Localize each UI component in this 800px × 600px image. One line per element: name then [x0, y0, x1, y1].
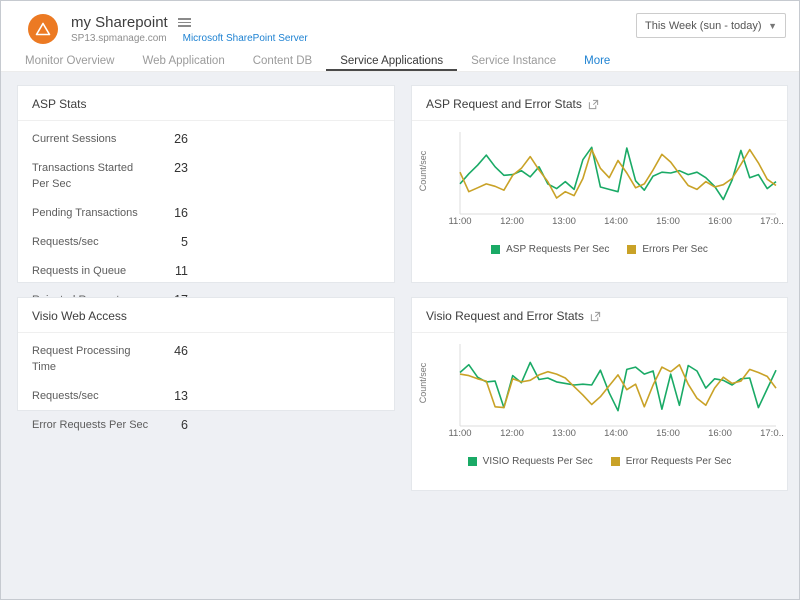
- asp-stats-title: ASP Stats: [18, 86, 394, 121]
- asp-line-chart[interactable]: [412, 86, 789, 236]
- warning-triangle-icon: [35, 22, 51, 36]
- chevron-down-icon: ▼: [768, 21, 777, 31]
- stat-value: 16: [150, 206, 188, 222]
- legend-swatch-green: [468, 457, 477, 466]
- stat-row: Current Sessions 26: [32, 125, 380, 154]
- tab-service-instance[interactable]: Service Instance: [457, 49, 570, 71]
- x-tick: 12:00: [500, 216, 524, 227]
- legend-swatch-green: [491, 245, 500, 254]
- stat-row: Pending Transactions 16: [32, 199, 380, 228]
- time-range-value: This Week (sun - today): [645, 20, 762, 32]
- x-tick: 16:00: [708, 216, 732, 227]
- stat-value: 5: [150, 235, 188, 251]
- stat-label: Error Requests Per Sec: [32, 418, 150, 434]
- header: my Sharepoint SP13.spmanage.com Microsof…: [1, 1, 799, 49]
- stat-row: Transactions Started Per Sec 23: [32, 154, 380, 199]
- x-tick: 13:00: [552, 216, 576, 227]
- legend-item[interactable]: VISIO Requests Per Sec: [468, 456, 593, 467]
- tab-more[interactable]: More: [570, 49, 624, 71]
- x-tick: 11:00: [448, 428, 471, 439]
- time-range-select[interactable]: This Week (sun - today) ▼: [636, 13, 786, 38]
- stat-value: 23: [150, 161, 188, 193]
- asp-request-error-chart-panel: ASP Request and Error Stats Count/sec 11…: [411, 85, 788, 283]
- stat-value: 46: [150, 344, 188, 376]
- legend-label: Errors Per Sec: [642, 244, 708, 255]
- server-type-link[interactable]: Microsoft SharePoint Server: [183, 33, 308, 44]
- x-axis-ticks: 11:00 12:00 13:00 14:00 15:00 16:00 17:0…: [412, 216, 787, 228]
- stat-value: 13: [150, 389, 188, 405]
- stat-label: Current Sessions: [32, 132, 150, 148]
- stat-label: Pending Transactions: [32, 206, 150, 222]
- x-tick: 17:0..: [760, 428, 784, 439]
- legend-swatch-yellow: [611, 457, 620, 466]
- stat-row: Request Processing Time 46: [32, 337, 380, 382]
- legend-label: Error Requests Per Sec: [626, 456, 732, 467]
- monitor-status-icon: [28, 14, 58, 44]
- x-tick: 14:00: [604, 216, 628, 227]
- stat-row: Requests in Queue 11: [32, 257, 380, 286]
- page-title: my Sharepoint: [71, 14, 168, 31]
- legend-item[interactable]: Errors Per Sec: [627, 244, 708, 255]
- stat-value: 26: [150, 132, 188, 148]
- stat-row: Error Requests Per Sec 6: [32, 411, 380, 440]
- legend-swatch-yellow: [627, 245, 636, 254]
- chart-legend: VISIO Requests Per Sec Error Requests Pe…: [412, 456, 787, 467]
- tab-monitor-overview[interactable]: Monitor Overview: [11, 49, 128, 71]
- stat-value: 6: [150, 418, 188, 434]
- x-tick: 17:0..: [760, 216, 784, 227]
- stat-row: Requests/sec 5: [32, 228, 380, 257]
- stat-label: Requests/sec: [32, 235, 150, 251]
- legend-label: ASP Requests Per Sec: [506, 244, 609, 255]
- sharepoint-monitor-page: { "header": { "title": "my Sharepoint", …: [0, 0, 800, 600]
- x-tick: 15:00: [656, 216, 680, 227]
- stat-row: Requests/sec 13: [32, 382, 380, 411]
- x-axis-ticks: 11:00 12:00 13:00 14:00 15:00 16:00 17:0…: [412, 428, 787, 440]
- stat-value: 11: [150, 264, 188, 280]
- visio-web-access-panel: Visio Web Access Request Processing Time…: [17, 297, 395, 411]
- stat-label: Request Processing Time: [32, 344, 150, 376]
- stat-label: Requests in Queue: [32, 264, 150, 280]
- legend-item[interactable]: Error Requests Per Sec: [611, 456, 732, 467]
- host-name: SP13.spmanage.com: [71, 33, 167, 44]
- x-tick: 13:00: [552, 428, 576, 439]
- tab-web-application[interactable]: Web Application: [128, 49, 238, 71]
- visio-request-error-chart-panel: Visio Request and Error Stats Count/sec …: [411, 297, 788, 491]
- x-tick: 15:00: [656, 428, 680, 439]
- x-tick: 12:00: [500, 428, 524, 439]
- visio-line-chart[interactable]: [412, 298, 789, 448]
- asp-stats-panel: ASP Stats Current Sessions 26 Transactio…: [17, 85, 395, 283]
- tab-bar: Monitor Overview Web Application Content…: [1, 49, 799, 72]
- tab-service-applications[interactable]: Service Applications: [326, 49, 457, 71]
- stat-label: Transactions Started Per Sec: [32, 161, 150, 193]
- tab-content-db[interactable]: Content DB: [239, 49, 326, 71]
- x-tick: 16:00: [708, 428, 732, 439]
- x-tick: 11:00: [448, 216, 471, 227]
- hamburger-menu-icon[interactable]: [178, 18, 191, 27]
- legend-item[interactable]: ASP Requests Per Sec: [491, 244, 609, 255]
- visio-stats-title: Visio Web Access: [18, 298, 394, 333]
- x-tick: 14:00: [604, 428, 628, 439]
- legend-label: VISIO Requests Per Sec: [483, 456, 593, 467]
- stat-label: Requests/sec: [32, 389, 150, 405]
- chart-legend: ASP Requests Per Sec Errors Per Sec: [412, 244, 787, 255]
